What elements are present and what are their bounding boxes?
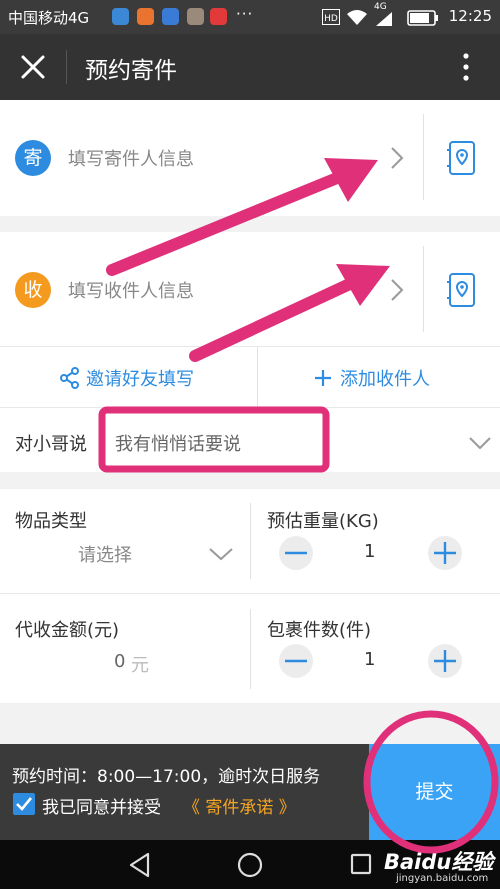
item-type-select[interactable]: 请选择 [0, 533, 250, 573]
cod-value: 0 [114, 651, 126, 672]
notification-app-icon [112, 8, 129, 25]
system-nav-bar: Baidu经验 jingyan.baidu.com [0, 840, 500, 889]
watermark-text: Baidu经验 [384, 850, 494, 874]
minus-icon [285, 659, 307, 663]
more-notifications-icon: ··· [236, 5, 254, 23]
back-icon[interactable] [128, 852, 152, 878]
cod-amount-input[interactable]: 0 元 [0, 643, 250, 683]
notification-app-icon [162, 8, 179, 25]
invite-friend-button[interactable]: 邀请好友填写 [0, 347, 257, 407]
wifi-icon [347, 10, 367, 25]
cod-unit: 元 [131, 655, 149, 676]
watermark-url: jingyan.baidu.com [396, 873, 489, 884]
divider [423, 246, 424, 332]
message-input[interactable]: 我有悄悄话要说 [115, 430, 241, 456]
cod-label: 代收金额(元) [15, 620, 120, 641]
submit-button[interactable]: 提交 [369, 744, 500, 840]
carrier-label: 中国移动4G [8, 9, 90, 27]
notification-avatar-icon [187, 8, 204, 25]
parcel-decrease-button[interactable] [279, 644, 313, 678]
page-title: 预约寄件 [85, 58, 177, 84]
battery-icon [407, 10, 438, 26]
sender-placeholder: 填写寄件人信息 [68, 149, 194, 170]
status-bar: 中国移动4G ··· HD 4G 12:25 [0, 0, 500, 34]
chevron-down-icon[interactable] [468, 436, 492, 450]
item-type-value: 请选择 [78, 545, 132, 566]
divider [0, 593, 500, 594]
divider [0, 407, 500, 408]
home-icon[interactable] [236, 851, 264, 879]
plus-icon [434, 650, 456, 672]
divider [423, 114, 424, 200]
weibo-icon [210, 8, 227, 25]
agreement-text: 我已同意并接受 [42, 798, 161, 818]
weight-value[interactable]: 1 [364, 541, 375, 562]
sender-info-row[interactable]: 填写寄件人信息 [0, 100, 420, 216]
close-icon[interactable] [20, 52, 46, 82]
clock: 12:25 [448, 7, 492, 25]
weight-increase-button[interactable] [428, 536, 462, 570]
app-header: 预约寄件 [0, 34, 500, 100]
divider [250, 609, 251, 689]
notification-app-icon [137, 8, 154, 25]
hd-icon: HD [322, 9, 340, 25]
plus-icon [434, 542, 456, 564]
receiver-info-row[interactable]: 填写收件人信息 [0, 232, 420, 346]
invite-friend-label: 邀请好友填写 [86, 369, 194, 390]
chevron-down-icon [209, 548, 233, 561]
header-divider [66, 50, 67, 84]
address-book-icon[interactable] [447, 272, 477, 308]
address-book-icon[interactable] [447, 140, 477, 176]
add-receiver-button[interactable]: 添加收件人 [258, 347, 500, 407]
message-label: 对小哥说 [15, 434, 87, 455]
parcel-count-label: 包裹件数(件) [267, 620, 372, 641]
plus-icon [315, 370, 331, 386]
agreement-link[interactable]: 《 寄件承诺 》 [183, 793, 296, 818]
svg-text:HD: HD [324, 14, 338, 24]
chevron-right-icon [391, 279, 404, 301]
divider [250, 503, 251, 579]
minus-icon [285, 551, 307, 555]
item-type-label: 物品类型 [15, 511, 87, 532]
receiver-card: 收 填写收件人信息 邀请好友填写 添加收件人 对小哥说 我有悄悄话要说 [0, 232, 500, 472]
weight-label: 预估重量(KG) [267, 511, 379, 532]
share-icon [60, 367, 79, 389]
parcel-increase-button[interactable] [428, 644, 462, 678]
receiver-placeholder: 填写收件人信息 [68, 281, 194, 302]
recent-apps-icon[interactable] [350, 853, 372, 875]
item-details-card: 物品类型 请选择 预估重量(KG) 1 代收金额(元) 0 元 包裹件数(件) … [0, 489, 500, 703]
add-receiver-label: 添加收件人 [340, 369, 430, 390]
chevron-right-icon [391, 147, 404, 169]
more-menu-icon[interactable] [456, 50, 476, 84]
cell-signal-icon [376, 12, 392, 26]
agreement-checkbox[interactable] [12, 792, 36, 816]
parcel-count-value[interactable]: 1 [364, 649, 375, 670]
booking-time-text: 预约时间：8:00—17:00，逾时次日服务 [12, 767, 321, 787]
sender-card: 寄 填写寄件人信息 [0, 100, 500, 216]
weight-decrease-button[interactable] [279, 536, 313, 570]
